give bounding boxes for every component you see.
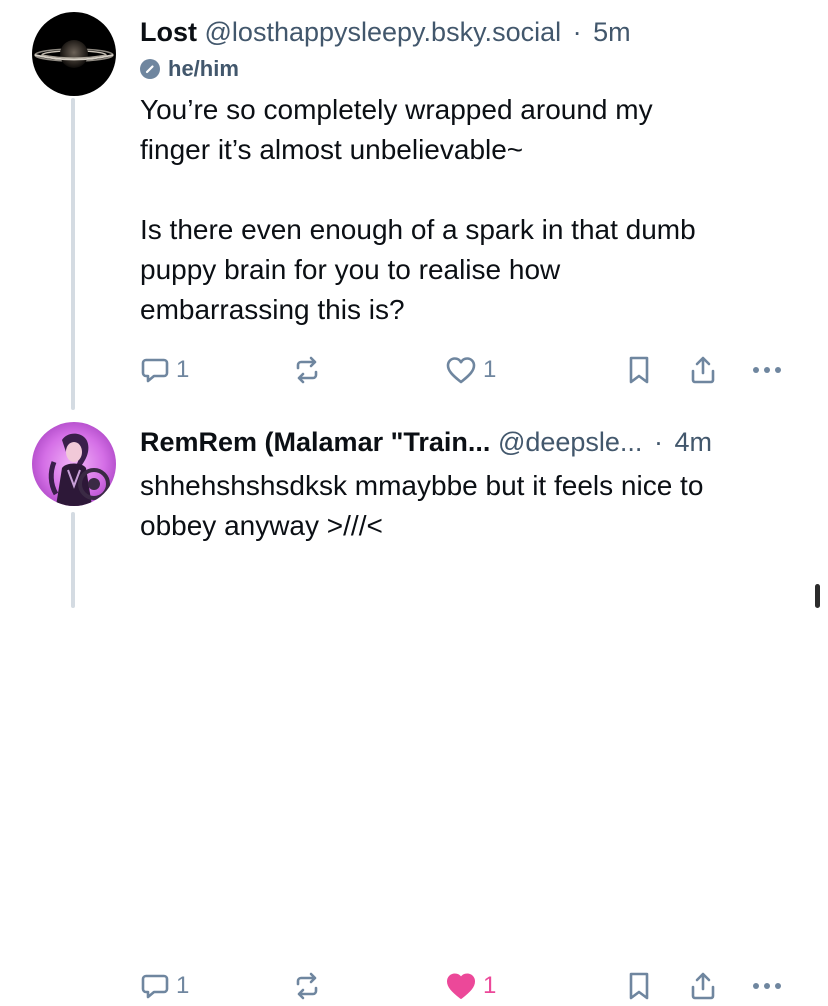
author-handle[interactable]: @deepsle... [498, 427, 643, 457]
author-display-name[interactable]: Lost [140, 17, 197, 47]
repost-icon [296, 972, 318, 1000]
pronouns-label: he/him [168, 56, 239, 81]
reply-button[interactable]: 1 [140, 966, 189, 1006]
like-button-active[interactable]: 1 [445, 966, 496, 1006]
ellipsis-icon [753, 983, 781, 989]
saturn-avatar-icon [32, 12, 116, 96]
bookmark-button[interactable] [626, 966, 652, 1006]
like-button[interactable]: 1 [445, 350, 496, 390]
pronouns-pencil-icon [140, 59, 160, 79]
more-options-button[interactable] [750, 966, 784, 1006]
post-text: shhehshshsdksk mmaybbe but it feels nice… [140, 470, 704, 541]
avatar[interactable] [32, 422, 116, 506]
share-icon [691, 356, 715, 384]
bookmark-button[interactable] [626, 350, 652, 390]
repost-button[interactable] [292, 966, 322, 1006]
scrollbar-thumb[interactable] [815, 584, 820, 608]
author-display-name[interactable]: RemRem (Malamar "Train... [140, 427, 490, 457]
like-count: 1 [483, 356, 497, 383]
reply-count: 1 [176, 356, 190, 383]
post-content: Lost @losthappysleepy.bsky.social · 5m h… [140, 14, 804, 330]
separator-dot: · [653, 427, 663, 457]
like-count: 1 [483, 972, 497, 999]
post-header: Lost @losthappysleepy.bsky.social · 5m [140, 14, 804, 50]
post-timestamp[interactable]: 4m [674, 427, 712, 457]
post-content: RemRem (Malamar "Train... @deepsle... · … [140, 424, 804, 546]
share-icon [691, 972, 715, 1000]
more-options-button[interactable] [750, 350, 784, 390]
reply-count: 1 [176, 972, 190, 999]
author-handle[interactable]: @losthappysleepy.bsky.social [205, 17, 562, 47]
post-actions: 1 1 [140, 966, 790, 1006]
post-text: You’re so completely wrapped around my f… [140, 94, 696, 325]
reply-bubble-icon [141, 358, 169, 383]
pronouns-badge: he/him [140, 56, 804, 82]
heart-filled-icon [447, 973, 475, 999]
share-button[interactable] [688, 966, 718, 1006]
thread-line [71, 98, 75, 410]
heart-outline-icon [446, 357, 476, 384]
share-button[interactable] [688, 350, 718, 390]
bookmark-icon [629, 356, 649, 384]
post-actions: 1 1 [140, 350, 790, 390]
avatar[interactable] [32, 12, 116, 96]
post-timestamp[interactable]: 5m [593, 17, 631, 47]
separator-dot: · [572, 17, 582, 47]
reply-button[interactable]: 1 [140, 350, 189, 390]
bookmark-icon [629, 972, 649, 1000]
post-header: RemRem (Malamar "Train... @deepsle... · … [140, 424, 804, 460]
anime-character-avatar-icon [32, 422, 116, 506]
reply-bubble-icon [141, 974, 169, 999]
repost-button[interactable] [292, 350, 322, 390]
ellipsis-icon [753, 367, 781, 373]
thread-line-continuation [71, 512, 75, 608]
repost-icon [296, 356, 318, 384]
